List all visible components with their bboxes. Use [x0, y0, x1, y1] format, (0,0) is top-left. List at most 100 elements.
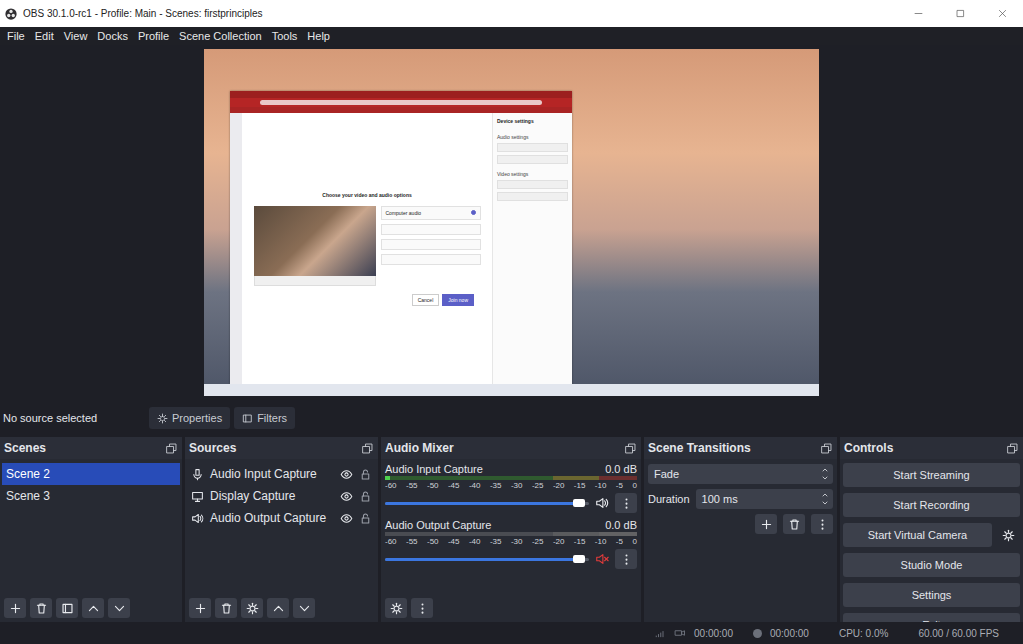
control-button[interactable]: Settings	[843, 583, 1020, 607]
window-controls	[897, 0, 1023, 27]
lock-icon[interactable]	[359, 490, 372, 503]
maximize-button[interactable]	[939, 0, 981, 27]
scene-item[interactable]: Scene 2	[2, 463, 180, 485]
control-row: Start Virtual Camera	[843, 523, 1020, 547]
trash-button[interactable]	[30, 598, 52, 618]
close-icon	[997, 8, 1008, 19]
menu-item[interactable]: Profile	[133, 30, 174, 42]
panel-field	[497, 192, 568, 201]
control-button[interactable]: Start Streaming	[843, 463, 1020, 487]
chevron-up-icon[interactable]	[821, 491, 829, 499]
gear-button[interactable]	[241, 598, 263, 618]
source-item[interactable]: Display Capture	[187, 485, 376, 507]
duration-field[interactable]: 100 ms	[696, 489, 833, 509]
trash-button[interactable]	[783, 514, 805, 534]
channel-menu-button[interactable]	[615, 549, 637, 569]
undock-icon[interactable]	[1006, 442, 1019, 455]
undock-icon[interactable]	[165, 442, 178, 455]
source-item[interactable]: Audio Output Capture	[187, 507, 376, 529]
filter-button[interactable]	[56, 598, 78, 618]
control-buttons: Start Streaming Start Recording Start Virt…	[840, 459, 1023, 622]
slider-track	[385, 502, 589, 505]
scene-item[interactable]: Scene 3	[2, 485, 180, 507]
scale-tick: -30	[511, 481, 523, 490]
scale-tick: -5	[616, 481, 623, 490]
down-button[interactable]	[293, 598, 315, 618]
speaker-muted-icon[interactable]	[595, 552, 609, 566]
transition-select[interactable]: Fade	[648, 464, 833, 484]
menu-item[interactable]: Docks	[92, 30, 133, 42]
source-name: Audio Input Capture	[210, 467, 334, 481]
menu-item[interactable]: View	[59, 30, 93, 42]
menu-item[interactable]: File	[2, 30, 30, 42]
speaker-icon[interactable]	[595, 496, 609, 510]
mixer-channels: Audio Input Capture0.0 dB-60-55-50-45-40…	[381, 459, 641, 594]
dock-toolbar	[185, 594, 378, 622]
up-button[interactable]	[82, 598, 104, 618]
scenes-dock: ScenesScene 2Scene 3	[0, 437, 182, 622]
scale-tick: 0	[632, 481, 636, 490]
virtual-camera-settings-button[interactable]	[996, 523, 1020, 547]
controls-dock: ControlsStart StreamingStart RecordingSt…	[840, 437, 1023, 622]
source-item[interactable]: Audio Input Capture	[187, 463, 376, 485]
undock-icon[interactable]	[361, 442, 374, 455]
scale-tick: -20	[553, 481, 565, 490]
mixer-channel: Audio Output Capture0.0 dB-60-55-50-45-4…	[385, 519, 637, 569]
scale-tick: -55	[406, 481, 418, 490]
dock-title: Sources	[189, 441, 236, 455]
lock-icon[interactable]	[359, 468, 372, 481]
source-name: Audio Output Capture	[210, 511, 334, 525]
scale-tick: -50	[427, 481, 439, 490]
dock-header: Controls	[840, 437, 1023, 459]
volume-slider[interactable]	[385, 497, 589, 509]
join-button[interactable]: Join now	[442, 294, 474, 306]
minimize-button[interactable]	[897, 0, 939, 27]
channel-menu-button[interactable]	[615, 493, 637, 513]
browser-address-bar	[230, 98, 572, 107]
control-button[interactable]: Start Virtual Camera	[843, 523, 992, 547]
menu-item[interactable]: Scene Collection	[174, 30, 267, 42]
plus-button[interactable]	[755, 514, 777, 534]
menu-item[interactable]: Help	[302, 30, 335, 42]
source-button[interactable]: Properties	[149, 407, 230, 429]
source-button[interactable]: Filters	[234, 407, 295, 429]
close-button[interactable]	[981, 0, 1023, 27]
trash-button[interactable]	[215, 598, 237, 618]
plus-button[interactable]	[4, 598, 26, 618]
url-field	[260, 100, 542, 105]
slider-thumb[interactable]	[573, 499, 585, 507]
dock-header: Audio Mixer	[381, 437, 641, 459]
plus-button[interactable]	[189, 598, 211, 618]
panel-title: Device settings	[497, 118, 568, 124]
lock-icon[interactable]	[359, 512, 372, 525]
join-button[interactable]: Cancel	[412, 294, 440, 306]
gear-icon	[1002, 529, 1015, 542]
down-button[interactable]	[108, 598, 130, 618]
source-name: Display Capture	[210, 489, 334, 503]
audio-mixer-dock: Audio MixerAudio Input Capture0.0 dB-60-…	[381, 437, 641, 622]
mixer-menu-button[interactable]	[411, 598, 433, 618]
chevron-down-icon[interactable]	[821, 499, 829, 507]
menu-item[interactable]: Edit	[30, 30, 59, 42]
eye-icon[interactable]	[340, 468, 353, 481]
menu-item[interactable]: Tools	[267, 30, 303, 42]
advanced-audio-button[interactable]	[385, 598, 407, 618]
cpu-usage: CPU: 0.0%	[839, 628, 888, 639]
control-button[interactable]: Studio Mode	[843, 553, 1020, 577]
control-button[interactable]: Start Recording	[843, 493, 1020, 517]
scale-tick: -35	[490, 537, 502, 546]
undock-icon[interactable]	[820, 442, 833, 455]
up-button[interactable]	[267, 598, 289, 618]
scale-tick: 0	[632, 537, 636, 546]
slider-thumb[interactable]	[573, 555, 585, 563]
kebab-button[interactable]	[811, 514, 833, 534]
scale-tick: -60	[385, 481, 397, 490]
volume-slider[interactable]	[385, 553, 589, 565]
meter-scale: -60-55-50-45-40-35-30-25-20-15-10-50	[385, 481, 637, 490]
audio-option[interactable]: Computer audio	[381, 206, 481, 220]
eye-icon[interactable]	[340, 512, 353, 525]
eye-icon[interactable]	[340, 490, 353, 503]
duration-row: Duration100 ms	[648, 489, 833, 509]
undock-icon[interactable]	[624, 442, 637, 455]
maximize-icon	[955, 8, 966, 19]
